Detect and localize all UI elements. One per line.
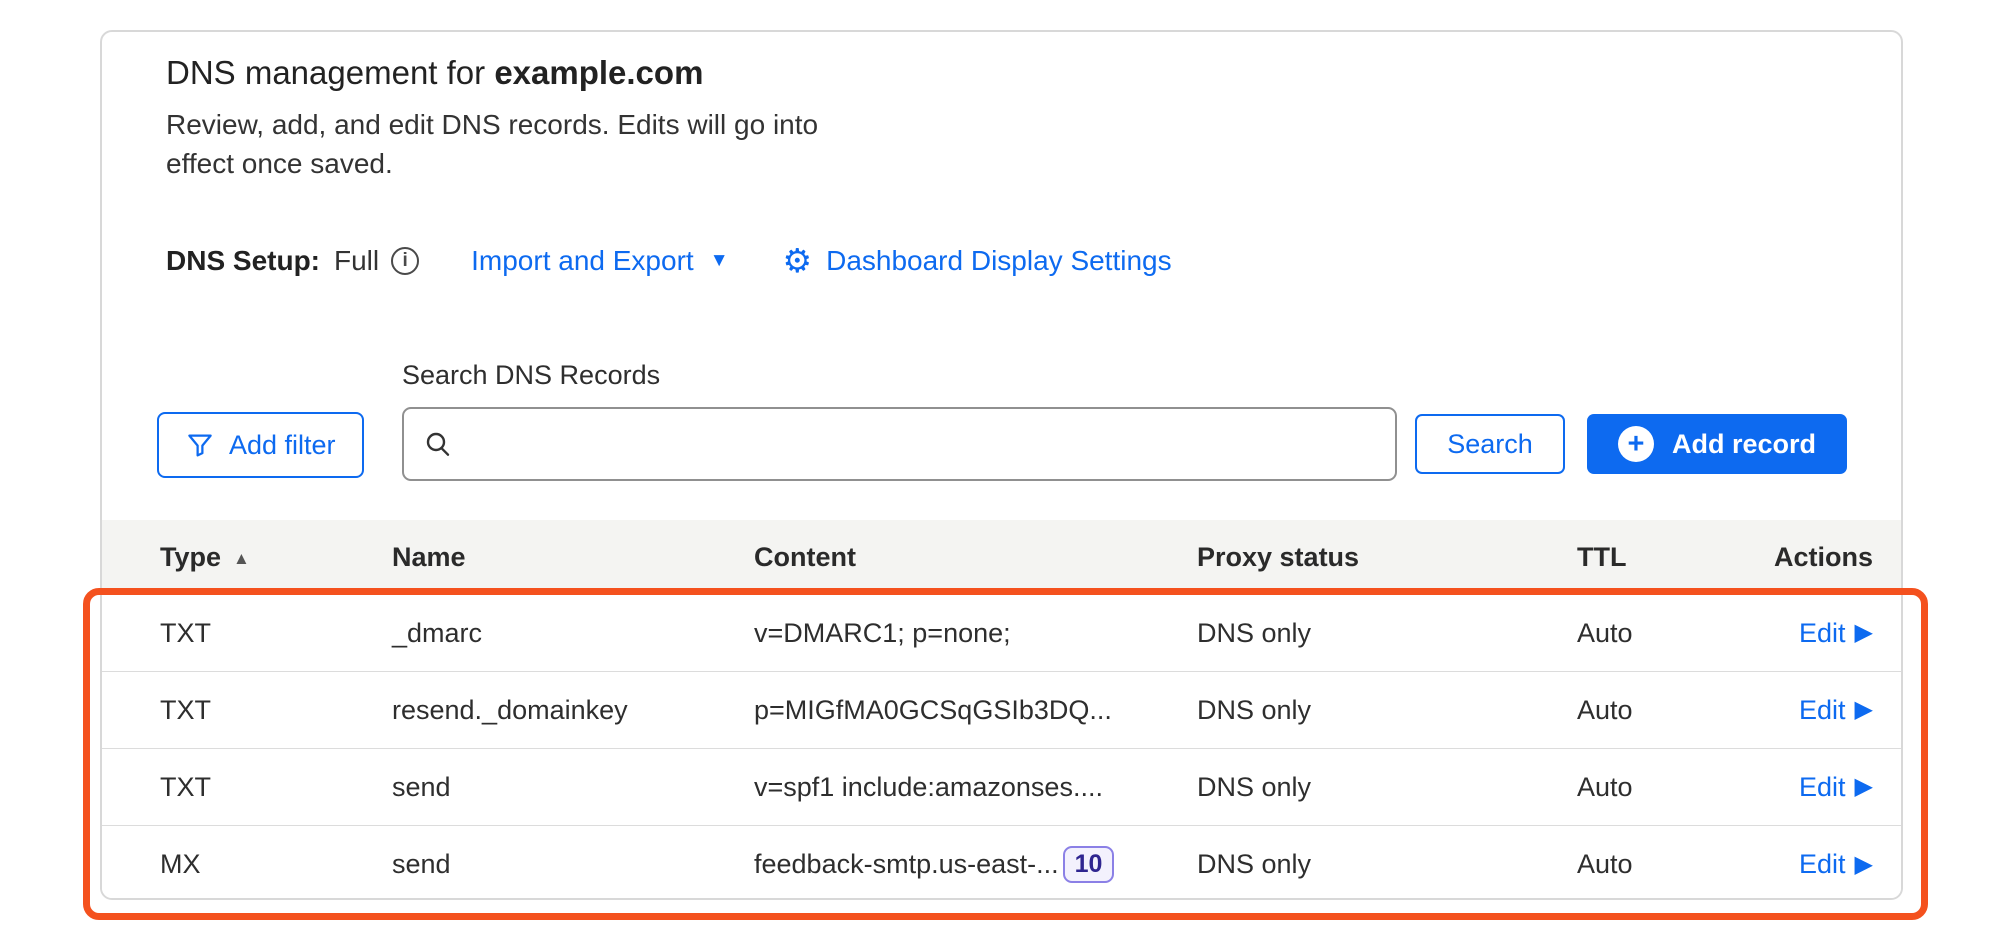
edit-record-link[interactable]: Edit▶ <box>1799 849 1873 880</box>
record-content: p=MIGfMA0GCSqGSIb3DQ... <box>754 695 1197 726</box>
record-proxy-status: DNS only <box>1197 772 1577 803</box>
add-filter-button[interactable]: Add filter <box>157 412 364 478</box>
record-ttl: Auto <box>1577 772 1762 803</box>
page-title-prefix: DNS management for <box>166 54 494 91</box>
record-name: send <box>392 849 754 880</box>
table-row: TXT send v=spf1 include:amazonses.... DN… <box>102 749 1901 826</box>
record-proxy-status: DNS only <box>1197 618 1577 649</box>
record-content: feedback-smtp.us-east-...10 <box>754 846 1197 883</box>
sort-ascending-icon: ▲ <box>233 549 250 568</box>
filter-funnel-icon <box>185 430 215 460</box>
add-record-label: Add record <box>1672 429 1816 460</box>
edit-arrow-icon: ▶ <box>1855 698 1873 722</box>
edit-arrow-icon: ▶ <box>1855 621 1873 645</box>
import-export-label: Import and Export <box>471 245 694 277</box>
record-content: v=spf1 include:amazonses.... <box>754 772 1197 803</box>
edit-arrow-icon: ▶ <box>1855 853 1873 877</box>
edit-record-link[interactable]: Edit▶ <box>1799 772 1873 803</box>
table-row: TXT resend._domainkey p=MIGfMA0GCSqGSIb3… <box>102 672 1901 749</box>
edit-arrow-icon: ▶ <box>1855 775 1873 799</box>
page-title: DNS management for example.com <box>166 54 703 92</box>
column-header-type[interactable]: Type▲ <box>160 542 392 573</box>
add-record-button[interactable]: + Add record <box>1587 414 1847 474</box>
domain-name: example.com <box>494 54 703 91</box>
search-dns-records-label: Search DNS Records <box>402 360 660 391</box>
record-name: send <box>392 772 754 803</box>
record-type: TXT <box>160 695 392 726</box>
column-header-actions: Actions <box>1762 542 1873 573</box>
table-row: MX send feedback-smtp.us-east-...10 DNS … <box>102 826 1901 900</box>
record-type: TXT <box>160 618 392 649</box>
info-icon[interactable]: i <box>391 247 419 275</box>
record-ttl: Auto <box>1577 618 1762 649</box>
table-row: TXT _dmarc v=DMARC1; p=none; DNS only Au… <box>102 595 1901 672</box>
dashboard-display-settings-link[interactable]: ⚙ Dashboard Display Settings <box>783 244 1172 277</box>
add-filter-label: Add filter <box>229 430 336 461</box>
gear-icon: ⚙ <box>783 244 813 277</box>
column-header-ttl[interactable]: TTL <box>1577 542 1762 573</box>
search-button[interactable]: Search <box>1415 414 1565 474</box>
column-header-name[interactable]: Name <box>392 542 754 573</box>
import-export-link[interactable]: Import and Export ▼ <box>471 245 728 277</box>
dns-setup-label: DNS Setup: <box>166 245 320 277</box>
record-name: resend._domainkey <box>392 695 754 726</box>
chevron-down-icon: ▼ <box>710 250 729 272</box>
mx-priority-badge: 10 <box>1063 846 1115 883</box>
search-input[interactable] <box>402 407 1397 481</box>
record-name: _dmarc <box>392 618 754 649</box>
dns-management-card: DNS management for example.com Review, a… <box>100 30 1903 900</box>
column-header-proxy-status[interactable]: Proxy status <box>1197 542 1577 573</box>
column-header-content[interactable]: Content <box>754 542 1197 573</box>
dns-records-table: Type▲ Name Content Proxy status TTL Acti… <box>102 520 1901 900</box>
search-button-label: Search <box>1447 429 1533 460</box>
page-description: Review, add, and edit DNS records. Edits… <box>166 106 821 183</box>
edit-record-link[interactable]: Edit▶ <box>1799 618 1873 649</box>
table-header-row: Type▲ Name Content Proxy status TTL Acti… <box>102 520 1901 595</box>
dashboard-display-settings-label: Dashboard Display Settings <box>826 245 1172 277</box>
record-ttl: Auto <box>1577 695 1762 726</box>
plus-icon: + <box>1618 426 1654 462</box>
record-proxy-status: DNS only <box>1197 849 1577 880</box>
record-ttl: Auto <box>1577 849 1762 880</box>
edit-record-link[interactable]: Edit▶ <box>1799 695 1873 726</box>
search-field-wrapper <box>402 407 1397 481</box>
dns-setup-row: DNS Setup: Full i Import and Export ▼ ⚙ Da… <box>166 244 1172 277</box>
record-proxy-status: DNS only <box>1197 695 1577 726</box>
record-type: TXT <box>160 772 392 803</box>
record-content: v=DMARC1; p=none; <box>754 618 1197 649</box>
record-type: MX <box>160 849 392 880</box>
dns-setup-value: Full <box>334 245 379 277</box>
